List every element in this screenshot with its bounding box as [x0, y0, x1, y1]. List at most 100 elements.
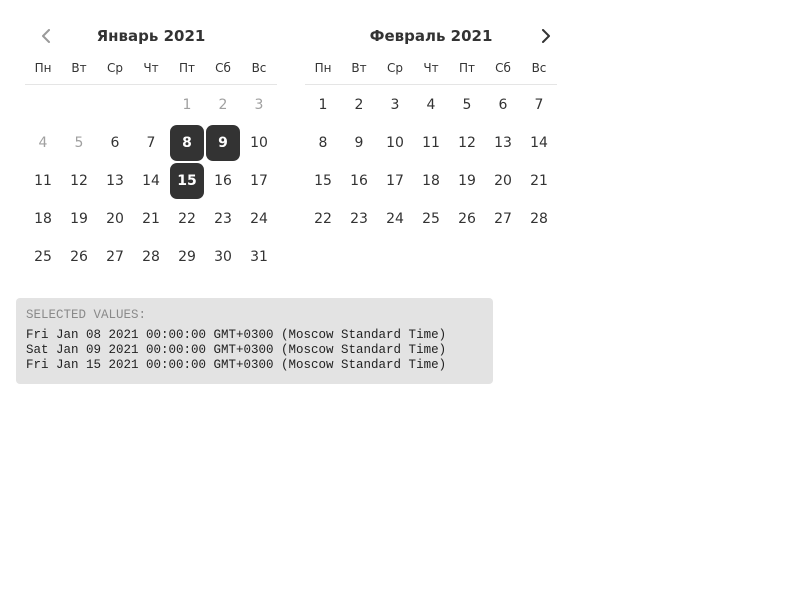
day-cell[interactable]: 10: [241, 124, 277, 162]
day-cell[interactable]: 2: [341, 86, 377, 124]
month-february: Февраль 2021 Пн Вт Ср Чт Пт Сб Вс 1 2 3 4 5 6 7 8 9 10 1…: [305, 18, 557, 276]
day-cell[interactable]: 26: [61, 238, 97, 276]
month-title: Январь 2021: [96, 27, 206, 45]
day-number: 8: [170, 125, 204, 161]
day-cell[interactable]: 24: [377, 200, 413, 238]
selected-values-title: SELECTED VALUES:: [26, 308, 147, 322]
day-cell[interactable]: 2: [205, 86, 241, 124]
day-cell[interactable]: 25: [25, 238, 61, 276]
day-cell[interactable]: 28: [521, 200, 557, 238]
day-cell[interactable]: 21: [521, 162, 557, 200]
day-cell[interactable]: 3: [241, 86, 277, 124]
day-cell[interactable]: 20: [485, 162, 521, 200]
day-cell[interactable]: 25: [413, 200, 449, 238]
weekday-label: Чт: [143, 61, 159, 75]
weekday-label: Вс: [251, 61, 267, 75]
day-number: 11: [34, 173, 52, 189]
next-month-button[interactable]: [536, 26, 556, 46]
day-cell[interactable]: 18: [413, 162, 449, 200]
day-cell[interactable]: 4: [25, 124, 61, 162]
day-cell[interactable]: 19: [449, 162, 485, 200]
day-cell[interactable]: 29: [169, 238, 205, 276]
day-cell-selected[interactable]: 15: [169, 162, 205, 200]
day-cell[interactable]: 23: [341, 200, 377, 238]
day-cell[interactable]: 13: [97, 162, 133, 200]
date-range-calendar: Январь 2021 Пн Вт Ср Чт Пт Сб Вс 1 2 3 4 5 6 7 8 9 10 11…: [25, 18, 557, 276]
day-cell[interactable]: 24: [241, 200, 277, 238]
day-number: 27: [106, 249, 124, 265]
day-number: 18: [34, 211, 52, 227]
day-cell[interactable]: 15: [305, 162, 341, 200]
day-number: 8: [318, 135, 328, 151]
weekday-label: Сб: [215, 61, 231, 75]
day-number: 20: [106, 211, 124, 227]
day-cell[interactable]: 10: [377, 124, 413, 162]
day-cell[interactable]: 12: [449, 124, 485, 162]
day-cell[interactable]: 16: [205, 162, 241, 200]
day-cell[interactable]: 17: [241, 162, 277, 200]
day-cell[interactable]: 22: [169, 200, 205, 238]
day-cell[interactable]: 14: [521, 124, 557, 162]
day-cell[interactable]: 27: [485, 200, 521, 238]
day-number: 27: [494, 211, 512, 227]
day-cell[interactable]: 6: [97, 124, 133, 162]
day-number: 18: [422, 173, 440, 189]
day-cell[interactable]: 7: [133, 124, 169, 162]
day-cell[interactable]: 6: [485, 86, 521, 124]
day-number: 17: [250, 173, 268, 189]
day-cell[interactable]: 13: [485, 124, 521, 162]
day-cell[interactable]: 22: [305, 200, 341, 238]
day-number: 13: [106, 173, 124, 189]
day-cell[interactable]: 17: [377, 162, 413, 200]
selected-value: Fri Jan 15 2021 00:00:00 GMT+0300 (Mosco…: [26, 358, 447, 372]
day-number: 26: [70, 249, 88, 265]
day-number: 13: [494, 135, 512, 151]
day-cell[interactable]: 31: [241, 238, 277, 276]
day-number: 6: [110, 135, 120, 151]
day-cell[interactable]: 20: [97, 200, 133, 238]
day-cell[interactable]: 3: [377, 86, 413, 124]
day-number: 14: [142, 173, 160, 189]
days-grid: 1 2 3 4 5 6 7 8 9 10 11 12 13 14 15 16 17 18 19 20 21 22 23 24 2…: [25, 85, 277, 276]
day-cell[interactable]: 23: [205, 200, 241, 238]
weekday-label: Пн: [34, 61, 52, 75]
day-cell[interactable]: 4: [413, 86, 449, 124]
day-cell[interactable]: 11: [25, 162, 61, 200]
day-cell[interactable]: 27: [97, 238, 133, 276]
day-number: 12: [70, 173, 88, 189]
day-number: 4: [426, 97, 436, 113]
day-cell[interactable]: 9: [341, 124, 377, 162]
day-number: 5: [74, 135, 84, 151]
month-header: Февраль 2021: [305, 18, 557, 54]
day-number: 1: [318, 97, 328, 113]
day-cell[interactable]: 11: [413, 124, 449, 162]
day-cell[interactable]: 5: [449, 86, 485, 124]
day-number: 12: [458, 135, 476, 151]
day-number: 16: [214, 173, 232, 189]
day-number: 3: [254, 97, 264, 113]
day-cell[interactable]: 28: [133, 238, 169, 276]
day-cell[interactable]: 16: [341, 162, 377, 200]
day-cell[interactable]: 1: [305, 86, 341, 124]
day-number: 20: [494, 173, 512, 189]
day-number: 17: [386, 173, 404, 189]
day-cell[interactable]: 19: [61, 200, 97, 238]
day-number: 10: [386, 135, 404, 151]
weekday-label: Вс: [531, 61, 547, 75]
day-cell[interactable]: 8: [305, 124, 341, 162]
day-cell-selected[interactable]: 9: [205, 124, 241, 162]
day-number: 28: [142, 249, 160, 265]
day-cell-selected[interactable]: 8: [169, 124, 205, 162]
day-cell[interactable]: 1: [169, 86, 205, 124]
weekday-label: Пт: [458, 61, 475, 75]
day-number: 21: [530, 173, 548, 189]
day-cell[interactable]: 7: [521, 86, 557, 124]
day-cell[interactable]: 5: [61, 124, 97, 162]
day-cell[interactable]: 21: [133, 200, 169, 238]
day-cell[interactable]: 14: [133, 162, 169, 200]
day-cell[interactable]: 26: [449, 200, 485, 238]
day-cell[interactable]: 12: [61, 162, 97, 200]
day-number: 11: [422, 135, 440, 151]
day-cell[interactable]: 18: [25, 200, 61, 238]
day-cell[interactable]: 30: [205, 238, 241, 276]
